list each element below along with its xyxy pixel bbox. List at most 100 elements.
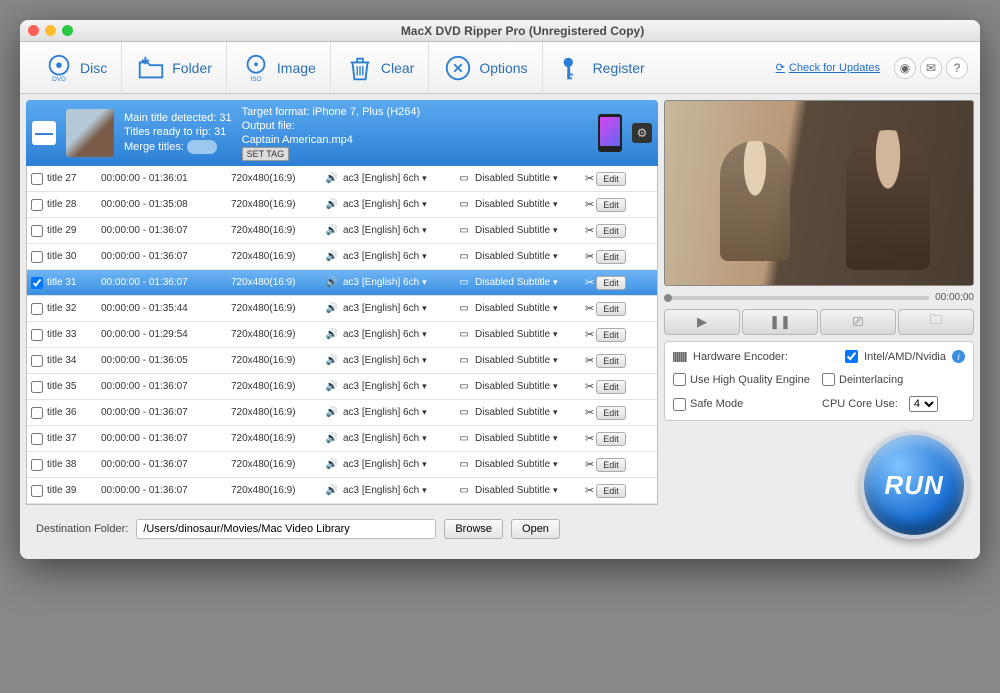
subtitle-dropdown[interactable]: Disabled Subtitle ▾ — [475, 303, 581, 314]
run-button[interactable]: RUN — [860, 431, 968, 539]
set-tag-button[interactable]: SET TAG — [242, 147, 290, 161]
scissors-icon[interactable]: ✂ — [585, 380, 594, 393]
row-checkbox[interactable] — [31, 225, 43, 237]
subtitle-dropdown[interactable]: Disabled Subtitle ▾ — [475, 225, 581, 236]
audio-dropdown[interactable]: ac3 [English] 6ch ▾ — [343, 277, 453, 288]
subtitle-dropdown[interactable]: Disabled Subtitle ▾ — [475, 199, 581, 210]
open-folder-button[interactable]: 🗀 — [898, 309, 974, 335]
cpu-core-select[interactable]: 4 — [909, 396, 938, 412]
table-row[interactable]: title 2700:00:00 - 01:36:01720x480(16:9)… — [27, 166, 657, 192]
row-checkbox[interactable] — [31, 459, 43, 471]
scissors-icon[interactable]: ✂ — [585, 198, 594, 211]
subtitle-dropdown[interactable]: Disabled Subtitle ▾ — [475, 251, 581, 262]
edit-button[interactable]: Edit — [596, 276, 626, 290]
audio-dropdown[interactable]: ac3 [English] 6ch ▾ — [343, 173, 453, 184]
zoom-icon[interactable] — [62, 25, 73, 36]
check-updates-link[interactable]: ⟳ Check for Updates — [776, 61, 880, 74]
subtitle-dropdown[interactable]: Disabled Subtitle ▾ — [475, 459, 581, 470]
subtitle-dropdown[interactable]: Disabled Subtitle ▾ — [475, 433, 581, 444]
clear-button[interactable]: Clear — [331, 42, 429, 94]
scissors-icon[interactable]: ✂ — [585, 328, 594, 341]
scissors-icon[interactable]: ✂ — [585, 276, 594, 289]
scissors-icon[interactable]: ✂ — [585, 172, 594, 185]
collapse-button[interactable]: — — [32, 121, 56, 145]
row-checkbox[interactable] — [31, 199, 43, 211]
scissors-icon[interactable]: ✂ — [585, 354, 594, 367]
hw-encoder-checkbox[interactable] — [845, 350, 858, 363]
browse-button[interactable]: Browse — [444, 519, 503, 539]
audio-dropdown[interactable]: ac3 [English] 6ch ▾ — [343, 329, 453, 340]
scissors-icon[interactable]: ✂ — [585, 432, 594, 445]
edit-button[interactable]: Edit — [596, 484, 626, 498]
info-icon[interactable]: i — [952, 350, 965, 363]
edit-button[interactable]: Edit — [596, 380, 626, 394]
table-row[interactable]: title 3500:00:00 - 01:36:07720x480(16:9)… — [27, 374, 657, 400]
table-row[interactable]: title 3000:00:00 - 01:36:07720x480(16:9)… — [27, 244, 657, 270]
table-row[interactable]: title 3600:00:00 - 01:36:07720x480(16:9)… — [27, 400, 657, 426]
close-icon[interactable] — [28, 25, 39, 36]
audio-dropdown[interactable]: ac3 [English] 6ch ▾ — [343, 407, 453, 418]
scissors-icon[interactable]: ✂ — [585, 484, 594, 497]
minimize-icon[interactable] — [45, 25, 56, 36]
table-row[interactable]: title 3100:00:00 - 01:36:07720x480(16:9)… — [27, 270, 657, 296]
disc-button[interactable]: DVD Disc — [30, 42, 122, 94]
destination-input[interactable] — [136, 519, 436, 539]
row-checkbox[interactable] — [31, 173, 43, 185]
subtitle-dropdown[interactable]: Disabled Subtitle ▾ — [475, 277, 581, 288]
row-checkbox[interactable] — [31, 355, 43, 367]
table-row[interactable]: title 2900:00:00 - 01:36:07720x480(16:9)… — [27, 218, 657, 244]
subtitle-dropdown[interactable]: Disabled Subtitle ▾ — [475, 407, 581, 418]
options-button[interactable]: Options — [429, 42, 542, 94]
audio-dropdown[interactable]: ac3 [English] 6ch ▾ — [343, 251, 453, 262]
table-row[interactable]: title 3300:00:00 - 01:29:54720x480(16:9)… — [27, 322, 657, 348]
account-icon[interactable]: ◉ — [894, 57, 916, 79]
table-row[interactable]: title 3700:00:00 - 01:36:07720x480(16:9)… — [27, 426, 657, 452]
edit-button[interactable]: Edit — [596, 354, 626, 368]
open-button[interactable]: Open — [511, 519, 560, 539]
row-checkbox[interactable] — [31, 433, 43, 445]
edit-button[interactable]: Edit — [596, 250, 626, 264]
snapshot-button[interactable]: ⎚ — [820, 309, 896, 335]
table-row[interactable]: title 3900:00:00 - 01:36:07720x480(16:9)… — [27, 478, 657, 504]
table-row[interactable]: title 3200:00:00 - 01:35:44720x480(16:9)… — [27, 296, 657, 322]
mail-icon[interactable]: ✉ — [920, 57, 942, 79]
timeline[interactable]: 00:00:00 — [664, 292, 974, 303]
audio-dropdown[interactable]: ac3 [English] 6ch ▾ — [343, 459, 453, 470]
row-checkbox[interactable] — [31, 251, 43, 263]
audio-dropdown[interactable]: ac3 [English] 6ch ▾ — [343, 485, 453, 496]
safe-mode-checkbox[interactable] — [673, 398, 686, 411]
merge-toggle[interactable] — [187, 140, 217, 154]
register-button[interactable]: Register — [543, 42, 659, 94]
audio-dropdown[interactable]: ac3 [English] 6ch ▾ — [343, 303, 453, 314]
table-row[interactable]: title 3800:00:00 - 01:36:07720x480(16:9)… — [27, 452, 657, 478]
subtitle-dropdown[interactable]: Disabled Subtitle ▾ — [475, 355, 581, 366]
seek-bar[interactable] — [664, 296, 929, 300]
edit-button[interactable]: Edit — [596, 406, 626, 420]
image-button[interactable]: ISO Image — [227, 42, 331, 94]
hq-engine-checkbox[interactable] — [673, 373, 686, 386]
edit-button[interactable]: Edit — [596, 328, 626, 342]
edit-button[interactable]: Edit — [596, 172, 626, 186]
row-checkbox[interactable] — [31, 303, 43, 315]
audio-dropdown[interactable]: ac3 [English] 6ch ▾ — [343, 433, 453, 444]
pause-button[interactable]: ❚❚ — [742, 309, 818, 335]
scissors-icon[interactable]: ✂ — [585, 302, 594, 315]
subtitle-dropdown[interactable]: Disabled Subtitle ▾ — [475, 329, 581, 340]
audio-dropdown[interactable]: ac3 [English] 6ch ▾ — [343, 199, 453, 210]
play-button[interactable]: ▶ — [664, 309, 740, 335]
folder-button[interactable]: Folder — [122, 42, 227, 94]
audio-dropdown[interactable]: ac3 [English] 6ch ▾ — [343, 355, 453, 366]
subtitle-dropdown[interactable]: Disabled Subtitle ▾ — [475, 381, 581, 392]
settings-gear-icon[interactable]: ⚙ — [632, 123, 652, 143]
edit-button[interactable]: Edit — [596, 302, 626, 316]
row-checkbox[interactable] — [31, 407, 43, 419]
audio-dropdown[interactable]: ac3 [English] 6ch ▾ — [343, 381, 453, 392]
audio-dropdown[interactable]: ac3 [English] 6ch ▾ — [343, 225, 453, 236]
table-row[interactable]: title 2800:00:00 - 01:35:08720x480(16:9)… — [27, 192, 657, 218]
row-checkbox[interactable] — [31, 381, 43, 393]
table-row[interactable]: title 3400:00:00 - 01:36:05720x480(16:9)… — [27, 348, 657, 374]
help-icon[interactable]: ? — [946, 57, 968, 79]
edit-button[interactable]: Edit — [596, 224, 626, 238]
row-checkbox[interactable] — [31, 485, 43, 497]
edit-button[interactable]: Edit — [596, 458, 626, 472]
